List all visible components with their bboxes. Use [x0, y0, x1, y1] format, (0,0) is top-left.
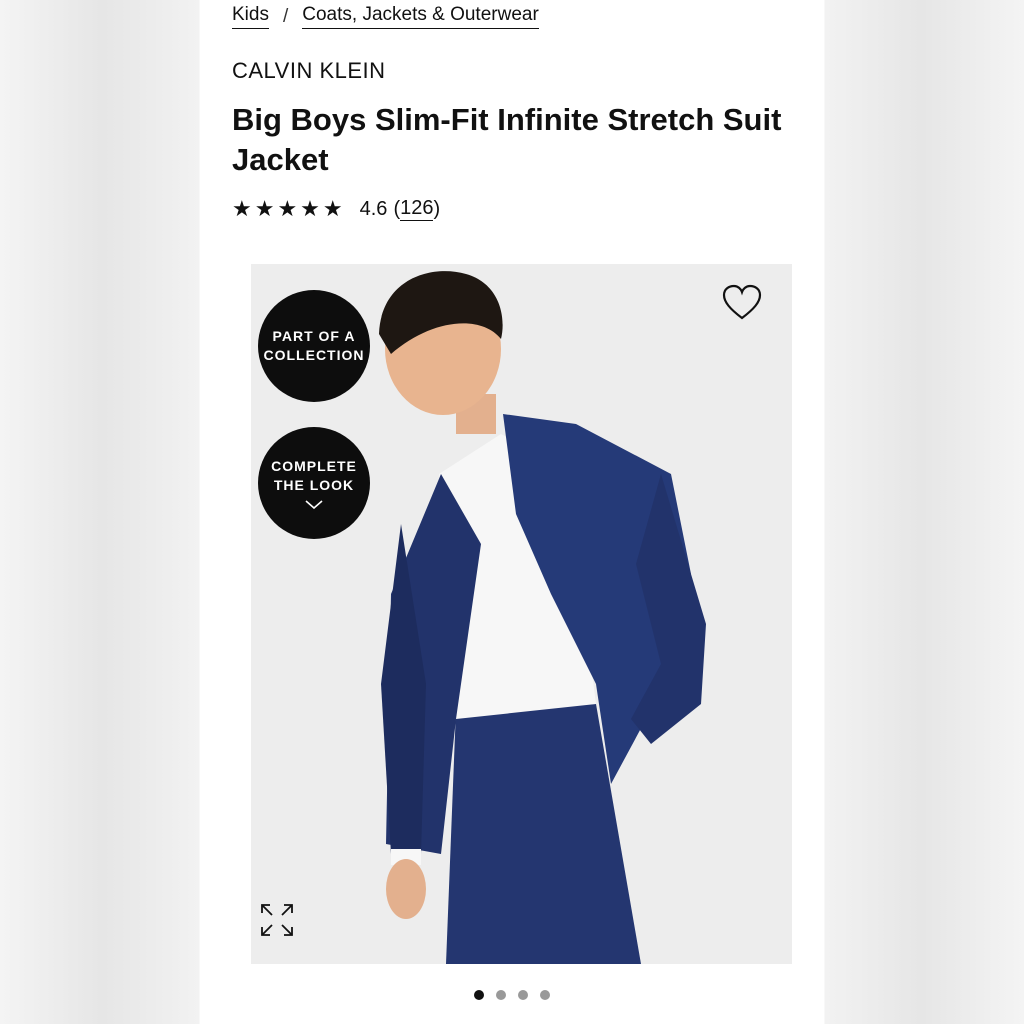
product-image[interactable]: PART OF A COLLECTION COMPLETE THE LOOK [251, 264, 792, 964]
heart-icon[interactable] [722, 284, 762, 322]
complete-the-look-badge[interactable]: COMPLETE THE LOOK [258, 427, 370, 539]
carousel-dot-3[interactable] [518, 990, 528, 1000]
product-title: Big Boys Slim-Fit Infinite Stretch Suit … [232, 102, 782, 177]
review-count-link[interactable]: 126 [400, 197, 434, 221]
part-of-collection-badge[interactable]: PART OF A COLLECTION [258, 290, 370, 402]
product-rating: ★★★★★ 4.6 ( 126 ) [232, 196, 440, 222]
rating-open-paren: ( [393, 197, 401, 220]
chevron-down-icon [305, 499, 323, 509]
brand-name[interactable]: CALVIN KLEIN [232, 58, 386, 84]
carousel-dot-4[interactable] [540, 990, 550, 1000]
carousel-dot-2[interactable] [496, 990, 506, 1000]
collection-badge-line1: PART OF A [272, 328, 356, 344]
product-card: Kids / Coats, Jackets & Outerwear CALVIN… [200, 0, 824, 1024]
breadcrumb-separator: / [282, 5, 289, 27]
breadcrumb: Kids / Coats, Jackets & Outerwear [232, 4, 539, 29]
collection-badge-line2: COLLECTION [263, 347, 365, 363]
breadcrumb-coats-jackets[interactable]: Coats, Jackets & Outerwear [302, 4, 539, 29]
carousel-dot-1[interactable] [474, 990, 484, 1000]
rating-close-paren: ) [433, 197, 441, 220]
rating-value: 4.6 [359, 197, 388, 220]
breadcrumb-kids[interactable]: Kids [232, 4, 269, 29]
complete-badge-line1: COMPLETE [271, 457, 357, 474]
expand-icon[interactable] [259, 902, 295, 938]
image-carousel-dots [200, 990, 824, 1000]
star-rating-icon: ★★★★★ [232, 196, 346, 221]
complete-badge-line2: THE LOOK [273, 476, 355, 493]
